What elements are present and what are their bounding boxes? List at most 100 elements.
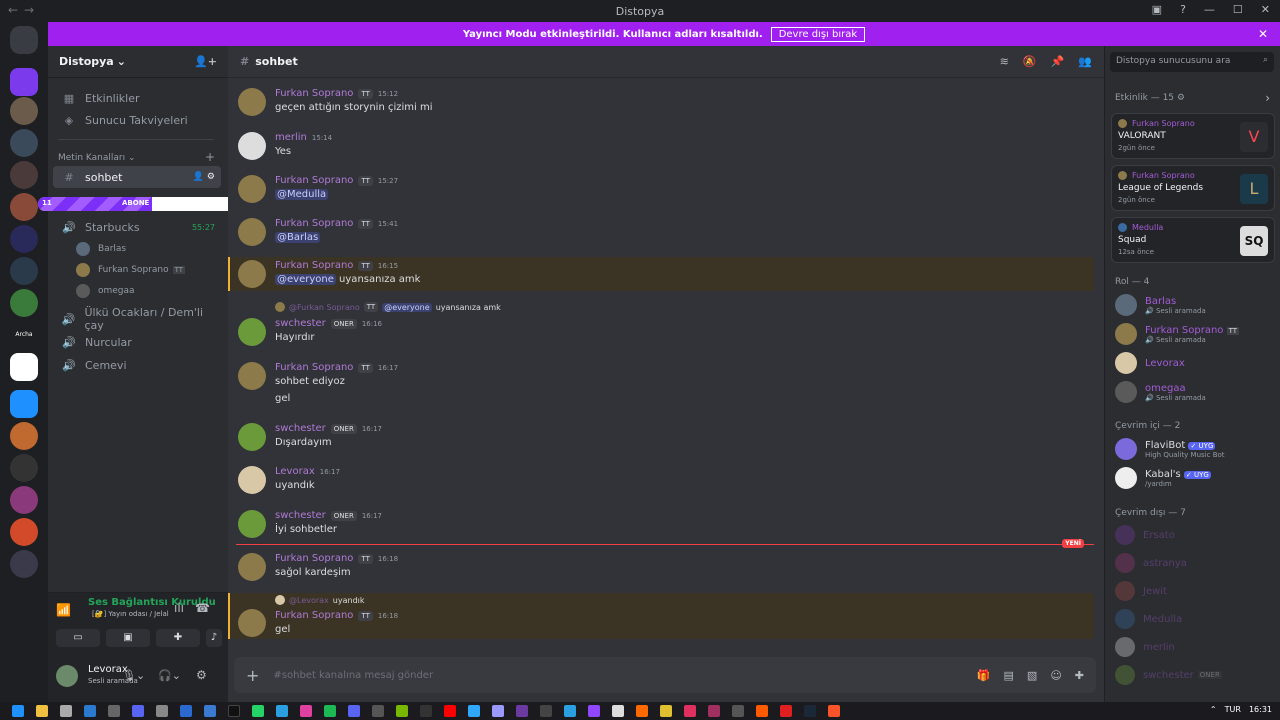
brave-icon[interactable] [828,705,840,717]
avatar[interactable] [238,88,266,116]
photoshop-icon[interactable] [468,705,480,717]
member-item[interactable]: Kabal's ✓ UYG/yardım [1115,467,1211,489]
message-reply[interactable]: @Furkan Soprano TT @everyone uyansanıza … [228,300,1094,350]
mute-icon[interactable]: 🔕 [1023,55,1037,68]
avatar[interactable] [56,665,78,687]
add-channel-icon[interactable]: + [205,150,215,164]
member-item-offline[interactable]: Ersato [1115,525,1175,545]
app-icon[interactable] [612,705,624,717]
vscode-icon[interactable] [84,705,96,717]
author-name[interactable]: swchester [275,423,326,434]
voice-user[interactable]: Furkan Soprano TT [76,263,186,277]
everyone-mention[interactable]: @everyone [275,274,336,285]
app-icon[interactable] [204,705,216,717]
avatar[interactable] [238,362,266,390]
server-icon[interactable] [10,454,38,482]
user-mention[interactable]: @Barlas [275,232,321,243]
settings-gear-icon[interactable]: ⚙ [196,668,207,682]
headphones-icon[interactable]: 🎧⌄ [158,669,181,682]
author-name[interactable]: Furkan Soprano [275,610,353,621]
telegram-icon[interactable] [276,705,288,717]
message-composer[interactable]: + #sohbet kanalına mesaj gönder 🎁 ▤ ▧ ☺ ✚ [234,657,1096,693]
server-icon[interactable] [10,68,38,96]
discord-icon[interactable] [132,705,144,717]
server-icon[interactable] [10,550,38,578]
window-controls[interactable]: ▣? — ☐ ✕ [1152,3,1270,16]
avatar[interactable] [238,553,266,581]
explorer-icon[interactable] [36,705,48,717]
member-item[interactable]: omegaa 🔊 Sesli aramada [1115,381,1206,403]
message-reply-highlighted[interactable]: @Levorax uyandık Furkan Soprano TT 16:18 g… [228,593,1094,639]
server-icon[interactable] [10,422,38,450]
reply-preview[interactable]: @Furkan Soprano TT @everyone uyansanıza … [275,302,501,312]
discord-icon[interactable] [348,705,360,717]
disable-streamer-mode-button[interactable]: Devre dışı bırak [770,26,866,42]
server-icon[interactable]: Archa [10,321,38,349]
apps-icon[interactable]: ✚ [1075,669,1084,682]
threads-icon[interactable]: ≋ [1000,55,1009,68]
message[interactable]: swchester ONER 16:17 Dışardayım [228,421,1094,461]
message[interactable]: Furkan Soprano TT 15:41 @Barlas [228,216,1094,256]
microphone-icon[interactable]: 🎙⌄ [122,669,145,682]
message[interactable]: merlin 15:14 Yes [228,130,1094,170]
reply-preview[interactable]: @Levorax uyandık [275,595,365,605]
author-name[interactable]: swchester [275,318,326,329]
instagram-icon[interactable] [300,705,312,717]
channel-sohbet[interactable]: # sohbet 👤 ⚙ [53,166,221,188]
author-name[interactable]: Furkan Soprano [275,88,353,99]
app-icon[interactable] [564,705,576,717]
server-header[interactable]: Distopya ⌄ 👤+ [48,46,228,78]
member-item[interactable]: Barlas 🔊 Sesli aramada [1115,294,1206,316]
voice-channel[interactable]: 🔊 Nurcular [53,331,221,353]
pin-icon[interactable]: 📌 [1051,55,1065,68]
app-icon[interactable] [708,705,720,717]
discord-home-icon[interactable] [10,26,38,54]
server-icon[interactable] [10,161,38,189]
app-icon[interactable] [732,705,744,717]
app-icon[interactable] [180,705,192,717]
channel-settings-icons[interactable]: 👤 ⚙ [193,172,215,182]
app-icon[interactable] [372,705,384,717]
member-item-offline[interactable]: merlin [1115,637,1175,657]
app-icon[interactable] [756,705,768,717]
spotify-icon[interactable] [324,705,336,717]
gift-icon[interactable]: 🎁 [977,669,991,682]
app-icon[interactable] [444,705,456,717]
disconnect-icon[interactable]: ☎ [195,601,210,615]
app-icon[interactable] [636,705,648,717]
member-list-icon[interactable]: 👥 [1078,55,1092,68]
app-icon[interactable] [780,705,792,717]
member-item[interactable]: FlaviBot ✓ UYG High Quality Music Bot [1115,438,1225,460]
folder-icon[interactable] [10,390,38,418]
message[interactable]: swchester ONER 16:17 İyi sohbetler [228,508,1094,548]
user-mention[interactable]: @Medulla [275,189,329,200]
member-item-offline[interactable]: swchester ONER [1115,665,1222,685]
nvidia-icon[interactable] [396,705,408,717]
author-name[interactable]: Furkan Soprano [275,553,353,564]
app-icon[interactable] [540,705,552,717]
author-name[interactable]: Furkan Soprano [275,175,353,186]
start-icon[interactable] [12,705,24,717]
chevron-right-icon[interactable]: › [1265,91,1270,105]
member-item[interactable]: Levorax [1115,352,1185,374]
author-name[interactable]: Furkan Soprano [275,362,353,373]
avatar[interactable] [238,260,266,288]
voice-user[interactable]: omegaa [76,284,135,298]
avatar[interactable] [238,423,266,451]
server-icon[interactable] [10,129,38,157]
activities-button[interactable]: ✚ [156,629,200,647]
message-input[interactable]: #sohbet kanalına mesaj gönder [273,670,433,681]
server-icon[interactable] [10,225,38,253]
voice-channel[interactable]: 🔊 Ülkü Ocakları / Dem'li çay [53,306,221,332]
server-icon[interactable] [10,289,38,317]
sticker-icon[interactable]: ▧ [1027,669,1037,682]
avatar[interactable] [238,466,266,494]
add-attachment-icon[interactable]: + [246,666,259,685]
screen-share-button[interactable]: ▣ [106,629,150,647]
steam-icon[interactable] [804,705,816,717]
app-icon[interactable] [660,705,672,717]
category-text-channels[interactable]: Metin Kanalları ⌄ [58,153,136,163]
soundboard-button[interactable]: ♪ [206,629,222,647]
author-name[interactable]: Furkan Soprano [275,260,353,271]
search-input[interactable]: Distopya sunucusunu ara ⌕ [1110,52,1274,72]
